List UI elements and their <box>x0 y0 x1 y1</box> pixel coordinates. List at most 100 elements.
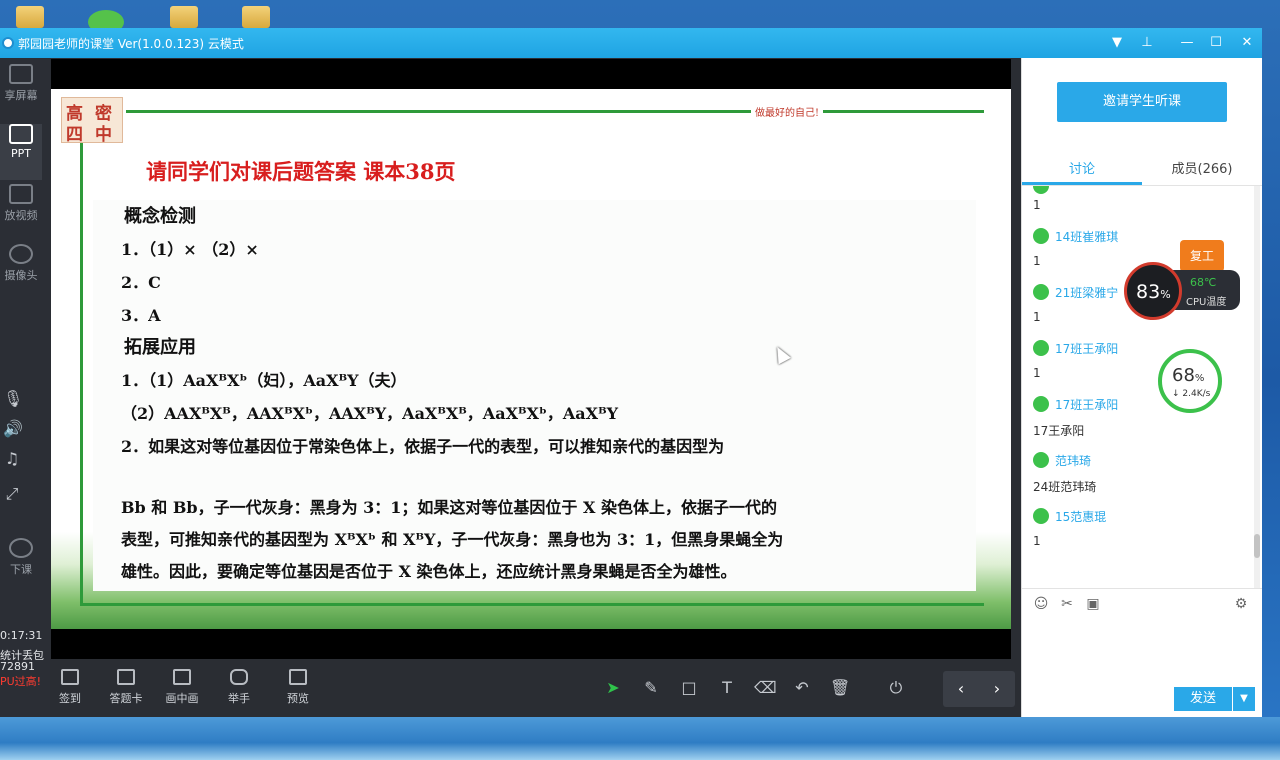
answer-line: （2）AAXᴮXᴮ，AAXᴮXᵇ，AAXᴮY，AaXᴮXᴮ，AaXᴮXᵇ，AaX… <box>121 404 619 423</box>
answer-line: 2．C <box>121 273 161 292</box>
class-timer: 0:17:31 <box>0 629 43 642</box>
dropdown-icon[interactable]: ▼ <box>1107 33 1127 53</box>
image-icon[interactable]: ▣ <box>1084 595 1102 613</box>
previous-page-icon[interactable]: ‹ <box>951 679 971 699</box>
desktop-taskbar-area <box>0 717 1280 760</box>
school-logo: 高 密 四 中 <box>61 97 123 145</box>
chat-message-text: 1 <box>1033 534 1041 548</box>
chat-message-author: 范玮琦 <box>1033 452 1091 469</box>
wechat-icon <box>1033 186 1049 194</box>
chat-message-text: 24班范玮琦 <box>1033 480 1097 494</box>
chat-list[interactable]: 1 14班崔雅琪 1 21班梁雅宁 1 17班王承阳 1 17班王承阳 17王承… <box>1022 186 1262 588</box>
pip-icon <box>173 669 191 685</box>
chat-message-text: 1 <box>1033 198 1041 212</box>
wechat-icon <box>1033 284 1049 300</box>
scissors-icon[interactable]: ✂ <box>1058 595 1076 613</box>
minimize-icon[interactable]: — <box>1177 33 1197 53</box>
sidebar-item-camera[interactable]: 摄像头 <box>0 244 42 300</box>
chat-message-text: 1 <box>1033 310 1041 324</box>
packet-loss-value: 72891 <box>0 660 35 673</box>
microphone-icon[interactable]: 🎙 <box>3 390 23 408</box>
power-icon <box>9 538 33 558</box>
picture-in-picture-button[interactable]: 画中画 <box>158 669 206 706</box>
chat-message-text: 1 <box>1033 254 1041 268</box>
undo-icon[interactable]: ↶ <box>792 678 812 698</box>
pen-tool-icon[interactable]: ✎ <box>641 678 661 698</box>
chat-scrollbar[interactable] <box>1254 186 1260 588</box>
section-title: 拓展应用 <box>124 337 196 358</box>
chat-message-author: 17班王承阳 <box>1033 396 1118 413</box>
desktop-icons-strip <box>0 0 1280 34</box>
answer-card-icon <box>117 669 135 685</box>
next-page-icon[interactable]: › <box>987 679 1007 699</box>
speaker-icon[interactable]: 🔊 <box>3 420 23 438</box>
text-tool-icon[interactable]: T <box>717 678 737 698</box>
active-tab-indicator <box>1022 182 1142 185</box>
answer-card-button[interactable]: 答题卡 <box>102 669 150 706</box>
maximize-icon[interactable]: ☐ <box>1206 33 1226 53</box>
left-sidebar: 享屏幕 PPT 放视频 摄像头 🎙 🔊 ♫ ⤢ 下课 0:17:31 统计丢包 … <box>0 58 50 717</box>
hand-icon <box>230 669 248 685</box>
chat-tools: ☺ ✂ ▣ ⚙ <box>1022 588 1262 618</box>
desktop-folder-icon[interactable] <box>16 6 44 28</box>
close-icon[interactable]: ✕ <box>1237 33 1257 53</box>
wechat-icon <box>1033 228 1049 244</box>
pointer-tool-icon[interactable]: ➤ <box>603 678 623 698</box>
classroom-window: 郭园园老师的课堂 Ver(1.0.0.123) 云模式 ▼ ⊥ — ☐ ✕ 享屏… <box>0 28 1262 717</box>
ppt-icon <box>9 124 33 144</box>
chat-message-author <box>1033 186 1055 194</box>
cpu-usage-ring: 83% <box>1124 262 1182 320</box>
preview-button[interactable]: 预览 <box>274 669 322 706</box>
chat-message-text: 17王承阳 <box>1033 424 1085 438</box>
sidebar-item-ppt[interactable]: PPT <box>0 124 42 180</box>
tab-discussion[interactable]: 讨论 <box>1022 158 1142 177</box>
camera-icon <box>9 244 33 264</box>
sidebar-item-video[interactable]: 放视频 <box>0 184 42 240</box>
answer-line: 2．如果这对等位基因位于常染色体上，依据子一代的表型，可以推知亲代的基因型为 <box>121 437 725 456</box>
wechat-icon <box>1033 508 1049 524</box>
wechat-icon <box>1033 340 1049 356</box>
preview-icon <box>289 669 307 685</box>
pin-icon[interactable]: ⊥ <box>1137 33 1157 53</box>
sign-in-button[interactable]: 签到 <box>46 669 94 706</box>
ppt-slide: 做最好的自己! 高 密 四 中 请同学们对课后题答案 课本38页 概念检测 1．… <box>51 89 1011 629</box>
right-panel: 邀请学生听课 讨论 成员(266) 1 14班崔雅琪 1 21班梁雅宁 1 17… <box>1021 58 1262 717</box>
cpu-monitor-widget[interactable]: 83% 68℃ CPU温度 <box>1124 262 1240 320</box>
slide-motto: 做最好的自己! <box>751 104 824 119</box>
chat-message-text: 1 <box>1033 366 1041 380</box>
end-class-button[interactable]: 下课 <box>0 538 42 594</box>
slide-stage[interactable]: 做最好的自己! 高 密 四 中 请同学们对课后题答案 课本38页 概念检测 1．… <box>51 59 1011 659</box>
music-icon[interactable]: ♫ <box>3 450 21 468</box>
answer-line: Bb 和 Bb，子一代灰身：黑身为 3：1；如果这对等位基因位于 X 染色体上，… <box>121 498 777 517</box>
invite-students-button[interactable]: 邀请学生听课 <box>1057 82 1227 122</box>
desktop-folder-icon[interactable] <box>170 6 198 28</box>
chat-message-author: 15范惠琨 <box>1033 508 1106 525</box>
video-icon <box>9 184 33 204</box>
power-icon[interactable]: ⏻ <box>886 678 906 698</box>
fullscreen-icon[interactable]: ⤢ <box>3 485 21 503</box>
send-options-dropdown[interactable]: ▼ <box>1233 687 1255 711</box>
title-bar: 郭园园老师的课堂 Ver(1.0.0.123) 云模式 ▼ ⊥ — ☐ ✕ <box>0 28 1262 58</box>
emoji-icon[interactable]: ☺ <box>1032 595 1050 613</box>
answer-line: 表型，可推知亲代的基因型为 XᴮXᵇ 和 XᴮY，子一代灰身：黑身也为 3：1，… <box>121 530 784 549</box>
calendar-icon <box>61 669 79 685</box>
shape-tool-icon[interactable]: □ <box>679 678 699 698</box>
settings-gear-icon[interactable]: ⚙ <box>1232 595 1250 613</box>
cpu-temperature: 68℃ <box>1190 276 1217 289</box>
scrollbar-thumb[interactable] <box>1254 534 1260 558</box>
sidebar-item-share-screen[interactable]: 享屏幕 <box>0 64 42 120</box>
slide-heading: 请同学们对课后题答案 课本38页 <box>146 159 456 184</box>
trash-icon[interactable]: 🗑 <box>830 678 850 698</box>
tab-members[interactable]: 成员(266) <box>1142 158 1262 177</box>
send-button[interactable]: 发送 <box>1174 687 1232 711</box>
desktop-folder-icon[interactable] <box>242 6 270 28</box>
raise-hand-button[interactable]: 举手 <box>215 669 263 706</box>
network-monitor-widget[interactable]: 68% ↓ 2.4K/s <box>1158 349 1222 413</box>
eraser-tool-icon[interactable]: ⌫ <box>754 678 777 698</box>
chat-message-author: 21班梁雅宁 <box>1033 284 1118 301</box>
cpu-temperature-label: CPU温度 <box>1186 297 1227 308</box>
answer-line: 1．（1）AaXᴮXᵇ（妇），AaXᴮY（夫） <box>121 371 407 390</box>
page-navigator: ‹ › <box>943 671 1015 707</box>
network-speed: ↓ 2.4K/s <box>1172 389 1211 399</box>
answer-line: 1．（1）× （2）× <box>121 240 259 259</box>
